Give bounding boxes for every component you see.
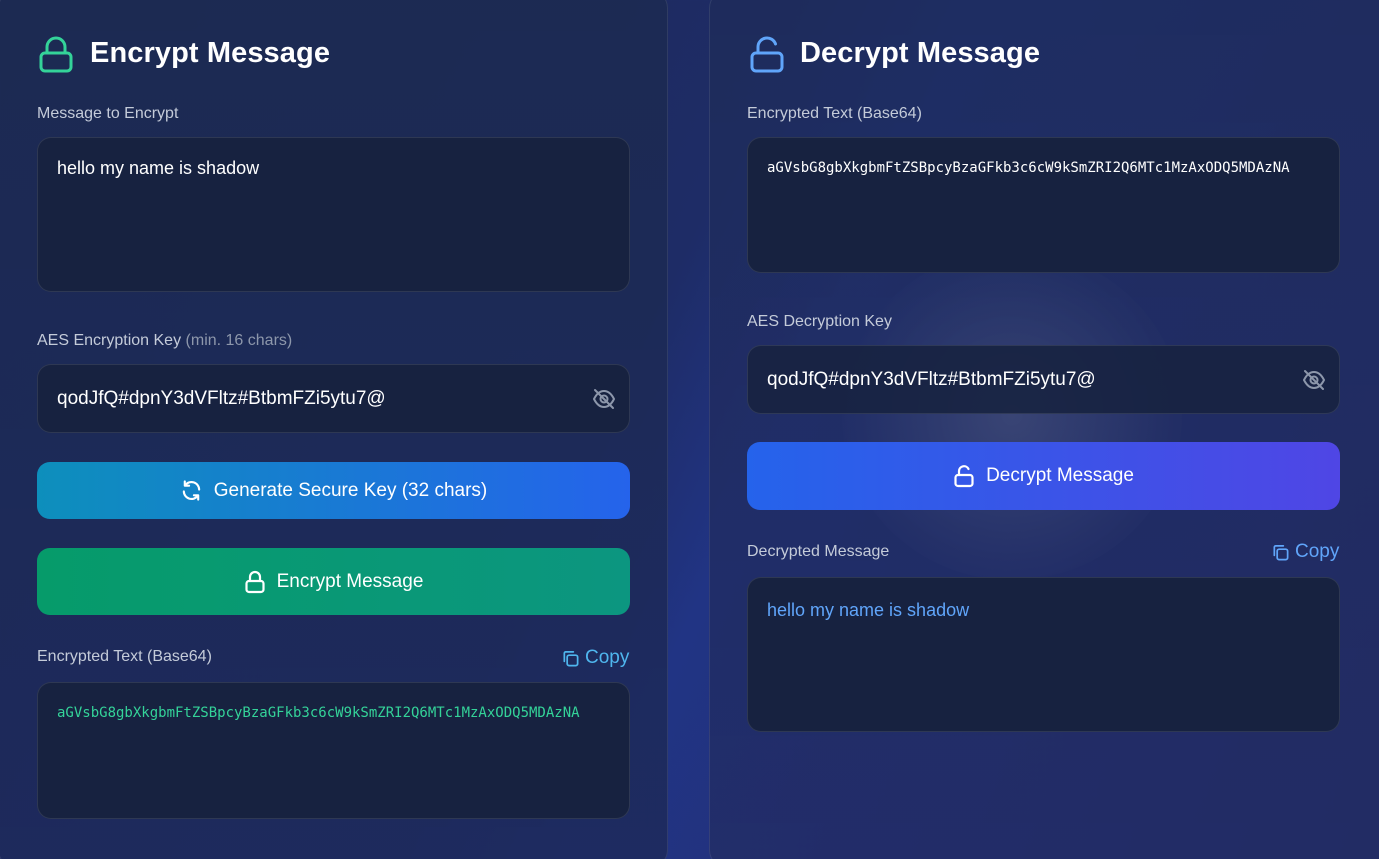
- decryption-key-label: AES Decryption Key: [747, 313, 892, 330]
- encryption-key-label: AES Encryption Key (min. 16 chars): [37, 332, 292, 350]
- encryption-key-value: qodJfQ#dpnY3dVFltz#BtbmFZi5ytu7@: [57, 387, 386, 409]
- message-label: Message to Encrypt: [37, 105, 179, 122]
- decryption-key-input[interactable]: qodJfQ#dpnY3dVFltz#BtbmFZi5ytu7@: [747, 345, 1340, 414]
- unlock-icon: [750, 36, 784, 73]
- copy-icon: [1273, 544, 1289, 560]
- copy-icon: [563, 650, 579, 666]
- decrypted-output-value: hello my name is shadow: [767, 600, 970, 620]
- message-value: hello my name is shadow: [57, 158, 260, 178]
- encrypted-output-label: Encrypted Text (Base64): [37, 648, 212, 665]
- unlock-icon: [954, 465, 974, 488]
- generate-key-button[interactable]: Generate Secure Key (32 chars): [37, 462, 630, 519]
- copy-decrypted-button[interactable]: Copy: [1271, 541, 1339, 563]
- ciphertext-label: Encrypted Text (Base64): [747, 105, 922, 122]
- generate-key-label: Generate Secure Key (32 chars): [213, 479, 488, 501]
- lock-icon: [244, 570, 265, 593]
- encryption-key-hint: (min. 16 chars): [185, 332, 293, 349]
- decrypted-output-box[interactable]: hello my name is shadow: [747, 577, 1340, 732]
- decryption-key-value: qodJfQ#dpnY3dVFltz#BtbmFZi5ytu7@: [767, 368, 1096, 390]
- decrypt-button[interactable]: Decrypt Message: [747, 442, 1340, 510]
- decrypted-output-label: Decrypted Message: [747, 543, 890, 560]
- ciphertext-textarea[interactable]: aGVsbG8gbXkgbmFtZSBpcyBzaGFkb3c6cW9kSmZR…: [747, 137, 1340, 273]
- encrypted-output-value: aGVsbG8gbXkgbmFtZSBpcyBzaGFkb3c6cW9kSmZR…: [57, 705, 580, 721]
- encrypt-button-label: Encrypt Message: [276, 570, 424, 592]
- encryption-key-input[interactable]: qodJfQ#dpnY3dVFltz#BtbmFZi5ytu7@: [37, 364, 630, 433]
- message-textarea[interactable]: hello my name is shadow: [37, 137, 630, 292]
- ciphertext-value: aGVsbG8gbXkgbmFtZSBpcyBzaGFkb3c6cW9kSmZR…: [767, 160, 1290, 176]
- copy-encrypted-label: Copy: [585, 647, 630, 668]
- copy-encrypted-button[interactable]: Copy: [561, 647, 629, 669]
- encryption-key-label-text: AES Encryption Key: [37, 332, 182, 349]
- encrypt-title: Encrypt Message: [90, 37, 331, 69]
- decrypt-title: Decrypt Message: [800, 37, 1041, 69]
- eye-off-icon[interactable]: [592, 388, 616, 410]
- eye-off-icon[interactable]: [1302, 369, 1326, 391]
- decrypt-button-label: Decrypt Message: [986, 465, 1134, 486]
- encrypted-output-box[interactable]: aGVsbG8gbXkgbmFtZSBpcyBzaGFkb3c6cW9kSmZR…: [37, 682, 630, 819]
- refresh-icon: [182, 480, 200, 501]
- encrypt-button[interactable]: Encrypt Message: [37, 548, 630, 615]
- copy-decrypted-label: Copy: [1295, 541, 1340, 562]
- lock-icon: [39, 36, 73, 73]
